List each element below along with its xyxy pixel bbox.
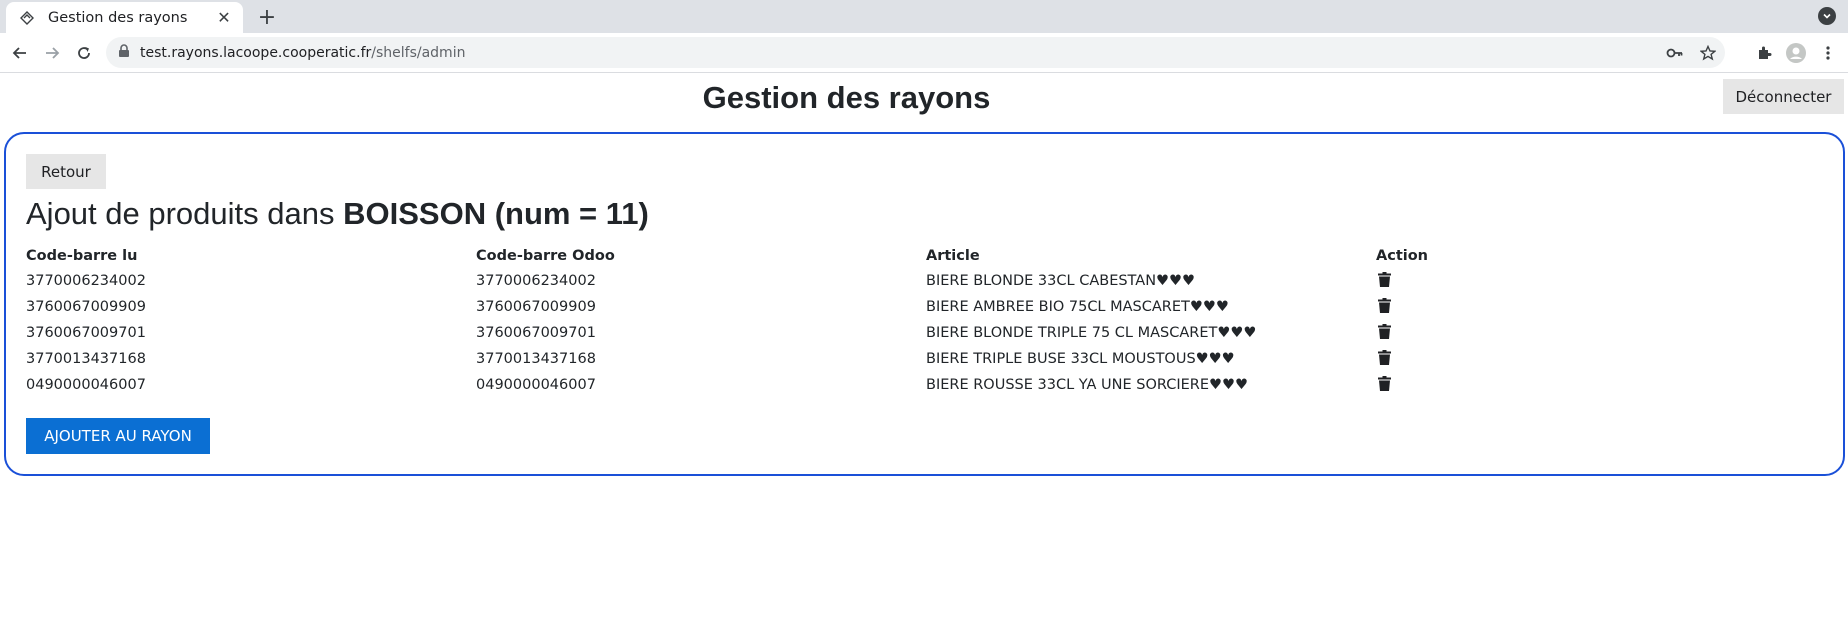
- trash-icon[interactable]: [1376, 271, 1392, 289]
- section-title-prefix: Ajout de produits dans: [26, 196, 344, 231]
- trash-icon[interactable]: [1376, 323, 1392, 341]
- odoo-barcode-cell: 3760067009909: [476, 299, 596, 315]
- close-icon[interactable]: ✕: [213, 7, 235, 29]
- table-row: 3770006234002 3770006234002 BIERE BLONDE…: [26, 268, 1826, 294]
- scanned-barcode-cell: 0490000046007: [26, 377, 146, 393]
- trash-icon[interactable]: [1376, 349, 1392, 367]
- plus-icon[interactable]: +: [255, 5, 279, 30]
- odoo-barcode-cell: 0490000046007: [476, 377, 596, 393]
- column-header: Article: [926, 248, 980, 264]
- trash-icon[interactable]: [1376, 375, 1392, 393]
- url-host: test.rayons.lacoope.cooperatic.fr: [140, 44, 372, 61]
- page-title: Gestion des rayons: [702, 80, 991, 115]
- action-cell: [1376, 268, 1826, 294]
- tab-search-icon[interactable]: [1818, 7, 1836, 25]
- products-table: Code-barre lu Code-barre Odoo Article Ac…: [26, 244, 1826, 398]
- menu-icon[interactable]: [1816, 41, 1840, 65]
- action-cell: [1376, 346, 1826, 372]
- url-path: /shelfs/admin: [371, 44, 466, 61]
- tab-favicon-icon: [18, 9, 36, 27]
- scanned-barcode-cell: 3760067009701: [26, 325, 146, 341]
- reload-icon[interactable]: [72, 41, 96, 65]
- trash-icon[interactable]: [1376, 297, 1392, 315]
- extensions-icon[interactable]: [1752, 41, 1776, 65]
- table-row: 3770013437168 3770013437168 BIERE TRIPLE…: [26, 346, 1826, 372]
- odoo-barcode-cell: 3770006234002: [476, 273, 596, 289]
- odoo-barcode-cell: 3770013437168: [476, 351, 596, 367]
- section-title: Ajout de produits dans BOISSON (num = 11…: [26, 196, 649, 232]
- scanned-barcode-cell: 3770006234002: [26, 273, 146, 289]
- column-header: Code-barre lu: [26, 248, 138, 264]
- table-row: 3760067009701 3760067009701 BIERE BLONDE…: [26, 320, 1826, 346]
- url-text: test.rayons.lacoope.cooperatic.fr/shelfs…: [140, 45, 465, 61]
- forward-arrow-icon[interactable]: [40, 41, 64, 65]
- key-icon[interactable]: [1659, 47, 1691, 59]
- action-cell: [1376, 320, 1826, 346]
- article-cell: BIERE BLONDE TRIPLE 75 CL MASCARET♥♥♥: [926, 325, 1257, 341]
- column-header: Action: [1376, 248, 1429, 264]
- logout-button[interactable]: Déconnecter: [1723, 79, 1844, 114]
- browser-tabstrip: Gestion des rayons ✕ +: [0, 0, 1848, 33]
- article-cell: BIERE BLONDE 33CL CABESTAN♥♥♥: [926, 273, 1196, 289]
- odoo-barcode-cell: 3760067009701: [476, 325, 596, 341]
- table-header-row: Code-barre lu Code-barre Odoo Article Ac…: [26, 244, 1826, 268]
- action-cell: [1376, 294, 1826, 320]
- scanned-barcode-cell: 3770013437168: [26, 351, 146, 367]
- table-row: 0490000046007 0490000046007 BIERE ROUSSE…: [26, 372, 1826, 398]
- shelf-products-panel: Retour Ajout de produits dans BOISSON (n…: [4, 132, 1845, 476]
- article-cell: BIERE AMBREE BIO 75CL MASCARET♥♥♥: [926, 299, 1229, 315]
- shelf-name: BOISSON (num = 11): [343, 196, 649, 231]
- back-button[interactable]: Retour: [26, 154, 106, 189]
- article-cell: BIERE TRIPLE BUSE 33CL MOUSTOUS♥♥♥: [926, 351, 1235, 367]
- add-to-shelf-button[interactable]: AJOUTER AU RAYON: [26, 418, 210, 454]
- address-bar[interactable]: test.rayons.lacoope.cooperatic.fr/shelfs…: [106, 37, 1725, 68]
- back-arrow-icon[interactable]: [8, 41, 32, 65]
- star-icon[interactable]: [1691, 44, 1725, 61]
- lock-icon: [118, 43, 130, 62]
- scanned-barcode-cell: 3760067009909: [26, 299, 146, 315]
- article-cell: BIERE ROUSSE 33CL YA UNE SORCIERE♥♥♥: [926, 377, 1249, 393]
- browser-toolbar: test.rayons.lacoope.cooperatic.fr/shelfs…: [0, 33, 1848, 73]
- column-header: Code-barre Odoo: [476, 248, 615, 264]
- tab-title: Gestion des rayons: [48, 9, 188, 26]
- table-row: 3760067009909 3760067009909 BIERE AMBREE…: [26, 294, 1826, 320]
- action-cell: [1376, 372, 1826, 398]
- profile-icon[interactable]: [1784, 41, 1808, 65]
- omnibox-actions: [1659, 37, 1725, 68]
- browser-tab[interactable]: Gestion des rayons ✕: [6, 2, 243, 33]
